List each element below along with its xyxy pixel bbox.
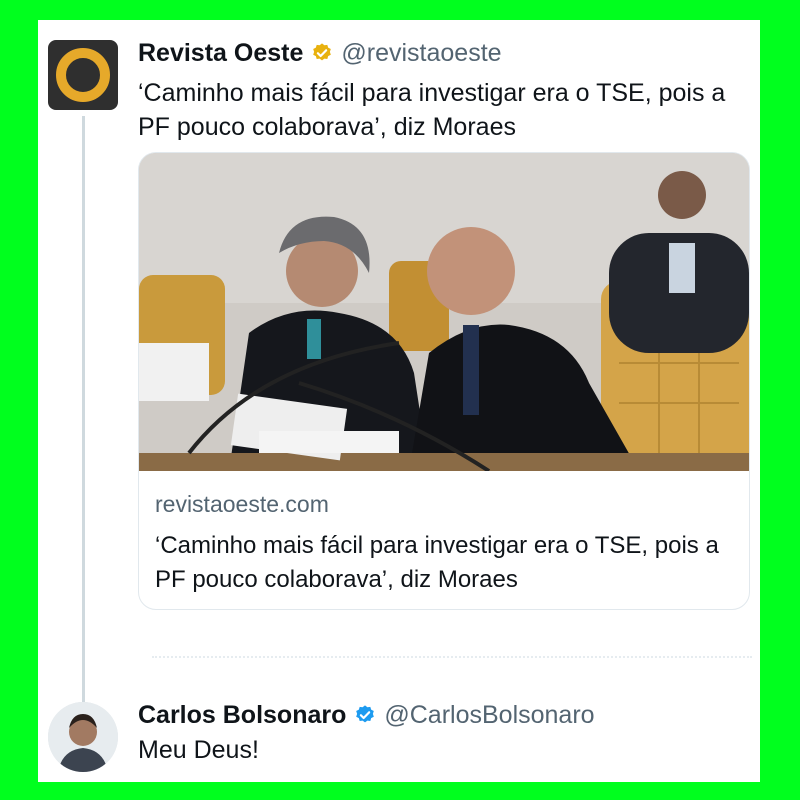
quoted-tweet-text: ‘Caminho mais fácil para investigar era … [138, 79, 726, 141]
verified-gold-badge-icon [313, 43, 332, 61]
link-title[interactable]: ‘Caminho mais fácil para investigar era … [155, 529, 735, 597]
carlos-bolsonaro-avatar[interactable] [48, 702, 118, 772]
court-session-illustration [139, 153, 749, 471]
profile-photo [48, 702, 118, 772]
quoted-author-row: Revista Oeste @revistaoeste [138, 36, 502, 70]
quoted-author-handle[interactable]: @revistaoeste [341, 39, 501, 68]
logo-ring-icon [56, 48, 110, 102]
link-preview-card[interactable]: revistaoeste.com ‘Caminho mais fácil par… [138, 152, 750, 610]
reply-text: Meu Deus! [138, 736, 259, 764]
article-photo [139, 153, 749, 471]
reply-author-handle[interactable]: @CarlosBolsonaro [384, 701, 594, 730]
reply-author-name[interactable]: Carlos Bolsonaro [138, 701, 346, 730]
reply-author-row: Carlos Bolsonaro @CarlosBolsonaro [138, 698, 595, 732]
quoted-author-name[interactable]: Revista Oeste [138, 39, 303, 68]
verified-blue-badge-icon [356, 705, 375, 723]
revista-oeste-avatar[interactable] [48, 40, 118, 110]
link-domain[interactable]: revistaoeste.com [155, 491, 329, 518]
tweet-card: Revista Oeste @revistaoeste ‘Caminho mai… [38, 20, 760, 782]
thread-connector-line [82, 116, 85, 716]
divider [152, 656, 752, 660]
